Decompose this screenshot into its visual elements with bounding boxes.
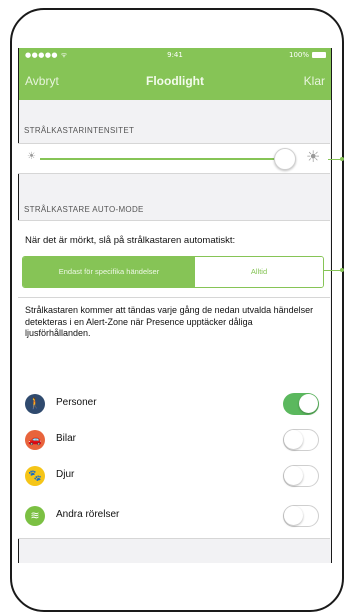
event-label: Andra rörelser: [56, 509, 120, 520]
event-row-andra-rorelser[interactable]: ≋ Andra rörelser: [18, 498, 330, 534]
intensity-slider-knob[interactable]: [274, 148, 296, 170]
intensity-section-header: STRÅLKASTARINTENSITET: [24, 126, 135, 135]
event-row-djur[interactable]: 🐾 Djur: [18, 458, 330, 494]
status-bar: ●●●●● ᯤ 9:41 100%: [19, 48, 331, 62]
event-row-bilar[interactable]: 🚗 Bilar: [18, 422, 330, 458]
events-description: Strålkastaren kommer att tändas varje gå…: [25, 305, 314, 338]
page-title: Floodlight: [146, 74, 204, 88]
navigation-bar: Avbryt Floodlight Klar: [19, 62, 331, 100]
car-icon: 🚗: [25, 430, 45, 450]
toggle-bilar[interactable]: [283, 429, 319, 451]
motion-icon: ≋: [25, 506, 45, 526]
battery-percent: 100%: [288, 51, 309, 59]
toggle-andra-rorelser[interactable]: [283, 505, 319, 527]
auto-mode-text: När det är mörkt, slå på strålkastaren a…: [25, 235, 236, 246]
auto-mode-segmented-control: Endast för specifika händelser Alltid: [22, 256, 324, 288]
battery-icon: [312, 52, 326, 58]
event-label: Bilar: [56, 433, 77, 444]
event-row-personer[interactable]: 🚶 Personer: [18, 386, 330, 422]
event-label: Personer: [56, 397, 97, 408]
toggle-djur[interactable]: [283, 465, 319, 487]
paw-icon: 🐾: [25, 466, 45, 486]
event-label: Djur: [56, 469, 75, 480]
cancel-button[interactable]: Avbryt: [25, 74, 59, 88]
intensity-slider-track[interactable]: [40, 158, 286, 160]
bright-sun-icon: ☀: [306, 149, 321, 166]
callout-dot: [340, 268, 344, 272]
callout-dot: [340, 157, 344, 161]
segment-specific-events[interactable]: Endast för specifika händelser: [23, 257, 195, 287]
person-walking-icon: 🚶: [25, 394, 45, 414]
dim-sun-icon: ☀: [27, 151, 36, 162]
auto-mode-section-header: STRÅLKASTARE AUTO-MODE: [24, 205, 144, 214]
divider: [18, 173, 330, 174]
divider: [18, 538, 330, 539]
toggle-personer[interactable]: [283, 393, 319, 415]
status-time: 9:41: [167, 51, 183, 59]
segment-always[interactable]: Alltid: [195, 257, 323, 287]
done-button[interactable]: Klar: [304, 74, 325, 88]
